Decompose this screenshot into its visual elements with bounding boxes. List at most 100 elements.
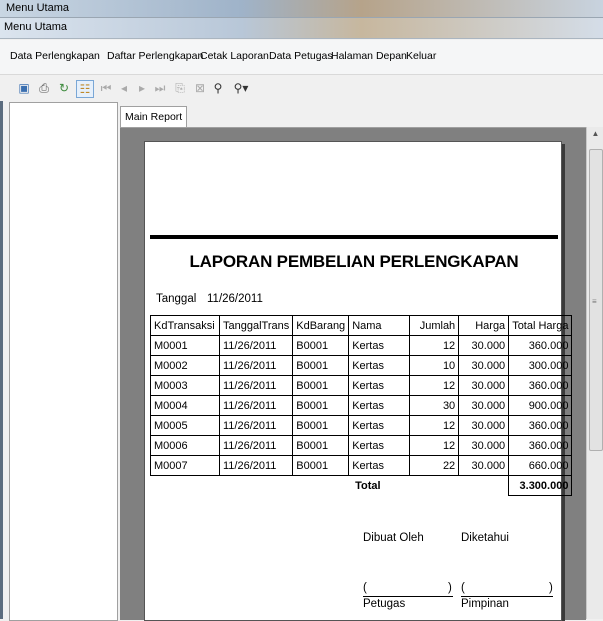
export-icon[interactable]: ▣ (16, 80, 32, 96)
cell-kdbarang: B0001 (292, 355, 350, 376)
cell-harga: 30.000 (458, 415, 510, 436)
cell-total-harga: 360.000 (508, 335, 573, 356)
report-title: LAPORAN PEMBELIAN PERLENGKAPAN (189, 252, 519, 271)
find-icon[interactable]: ⚲ (210, 80, 226, 96)
previous-page-icon[interactable]: ◂ (116, 80, 132, 96)
total-value: 3.300.000 (508, 475, 573, 496)
officer-paren-close: ) (448, 582, 452, 594)
made-by-label: Dibuat Oleh (363, 532, 424, 544)
cell-kdbarang: B0001 (292, 395, 350, 416)
cell-nama: Kertas (348, 375, 411, 396)
cell-tanggaltrans: 11/26/2011 (218, 395, 294, 416)
table-row: M0006 11/26/2011 B0001 Kertas 12 30.000 360.00… (150, 435, 573, 456)
purchase-table: KdTransaksi TanggalTrans KdBarang Nama J… (150, 315, 573, 496)
cell-nama: Kertas (348, 415, 411, 436)
menu-daftar-perlengkapan[interactable]: Daftar Perlengkapan (107, 50, 203, 62)
zoom-icon[interactable]: ⚲▾ (230, 80, 252, 96)
col-harga: Harga (458, 315, 510, 336)
cell-nama: Kertas (348, 355, 411, 376)
date-label: Tanggal (156, 293, 197, 305)
menu-keluar[interactable]: Keluar (406, 50, 436, 62)
cell-harga: 30.000 (458, 395, 510, 416)
col-jumlah: Jumlah (409, 315, 460, 336)
officer-signature-line (363, 596, 453, 597)
cell-tanggaltrans: 11/26/2011 (218, 355, 294, 376)
cell-tanggaltrans: 11/26/2011 (218, 435, 294, 456)
scroll-up-icon[interactable]: ▲ (587, 129, 603, 143)
cell-kdtransaksi: M0006 (150, 435, 220, 456)
leader-paren-open: ( (461, 582, 465, 594)
cell-kdtransaksi: M0002 (150, 355, 220, 376)
cell-kdbarang: B0001 (292, 335, 350, 356)
total-label: Total (150, 475, 510, 496)
leader-label: Pimpinan (461, 598, 509, 610)
outer-title-bar[interactable]: Menu Utama (0, 0, 603, 18)
cell-total-harga: 660.000 (508, 455, 573, 476)
first-page-icon[interactable]: ⏮ (98, 80, 114, 96)
outer-window-title: Menu Utama (6, 2, 69, 14)
print-icon[interactable]: ⎙ (36, 80, 52, 96)
window-left-edge (0, 40, 3, 619)
cell-nama: Kertas (348, 455, 411, 476)
table-row: M0007 11/26/2011 B0001 Kertas 22 30.000 660.00… (150, 455, 573, 476)
date-value: 11/26/2011 (207, 293, 263, 305)
cell-tanggaltrans: 11/26/2011 (218, 375, 294, 396)
goto-page-icon[interactable]: ⎘ (172, 80, 188, 96)
cell-kdbarang: B0001 (292, 415, 350, 436)
cell-total-harga: 300.000 (508, 355, 573, 376)
cell-harga: 30.000 (458, 335, 510, 356)
menu-bar: Data Perlengkapan Daftar Perlengkapan Ce… (0, 40, 603, 75)
table-row: M0005 11/26/2011 B0001 Kertas 12 30.000 360.00… (150, 415, 573, 436)
menu-data-petugas[interactable]: Data Petugas (269, 50, 333, 62)
cell-harga: 30.000 (458, 355, 510, 376)
col-kdbarang: KdBarang (292, 315, 350, 336)
cell-total-harga: 360.000 (508, 435, 573, 456)
stop-icon[interactable]: ⊠ (192, 80, 208, 96)
cell-jumlah: 30 (409, 395, 460, 416)
cell-total-harga: 360.000 (508, 415, 573, 436)
last-page-icon[interactable]: ⏭ (152, 80, 168, 96)
cell-harga: 30.000 (458, 375, 510, 396)
vertical-scrollbar[interactable]: ▲ ≡ (586, 127, 603, 619)
report-tabs: Main Report (118, 102, 603, 127)
cell-nama: Kertas (348, 335, 411, 356)
cell-jumlah: 12 (409, 335, 460, 356)
col-total-harga: Total Harga (508, 315, 573, 336)
table-row: M0001 11/26/2011 B0001 Kertas 12 30.000 360.00… (150, 335, 573, 356)
leader-signature-line (461, 596, 553, 597)
cell-total-harga: 360.000 (508, 375, 573, 396)
cell-jumlah: 10 (409, 355, 460, 376)
cell-jumlah: 22 (409, 455, 460, 476)
officer-label: Petugas (363, 598, 406, 610)
cell-jumlah: 12 (409, 435, 460, 456)
menu-data-perlengkapan[interactable]: Data Perlengkapan (10, 50, 100, 62)
cell-kdbarang: B0001 (292, 435, 350, 456)
cell-jumlah: 12 (409, 375, 460, 396)
menu-cetak-laporan[interactable]: Cetak Laporan (200, 50, 269, 62)
next-page-icon[interactable]: ▸ (134, 80, 150, 96)
table-row: M0003 11/26/2011 B0001 Kertas 12 30.000 360.00… (150, 375, 573, 396)
tab-main-report[interactable]: Main Report (120, 106, 188, 127)
table-header-row: KdTransaksi TanggalTrans KdBarang Nama J… (150, 315, 573, 336)
total-row: Total 3.300.000 (150, 475, 573, 496)
table-row: M0004 11/26/2011 B0001 Kertas 30 30.000 900.00… (150, 395, 573, 416)
cell-jumlah: 12 (409, 415, 460, 436)
cell-kdtransaksi: M0004 (150, 395, 220, 416)
officer-paren-open: ( (363, 582, 367, 594)
cell-kdtransaksi: M0005 (150, 415, 220, 436)
cell-nama: Kertas (348, 395, 411, 416)
group-tree-panel[interactable] (9, 102, 118, 621)
inner-title-bar[interactable]: Menu Utama (0, 18, 603, 39)
cell-kdtransaksi: M0007 (150, 455, 220, 476)
known-by-label: Diketahui (461, 532, 509, 544)
inner-window-title: Menu Utama (4, 21, 67, 33)
refresh-icon[interactable]: ↻ (56, 80, 72, 96)
menu-halaman-depan[interactable]: Halaman Depan (331, 50, 407, 62)
cell-kdtransaksi: M0003 (150, 375, 220, 396)
cell-harga: 30.000 (458, 435, 510, 456)
cell-nama: Kertas (348, 435, 411, 456)
toggle-tree-icon[interactable]: ☷ (76, 80, 94, 98)
cell-kdbarang: B0001 (292, 375, 350, 396)
col-nama: Nama (348, 315, 411, 336)
cell-harga: 30.000 (458, 455, 510, 476)
